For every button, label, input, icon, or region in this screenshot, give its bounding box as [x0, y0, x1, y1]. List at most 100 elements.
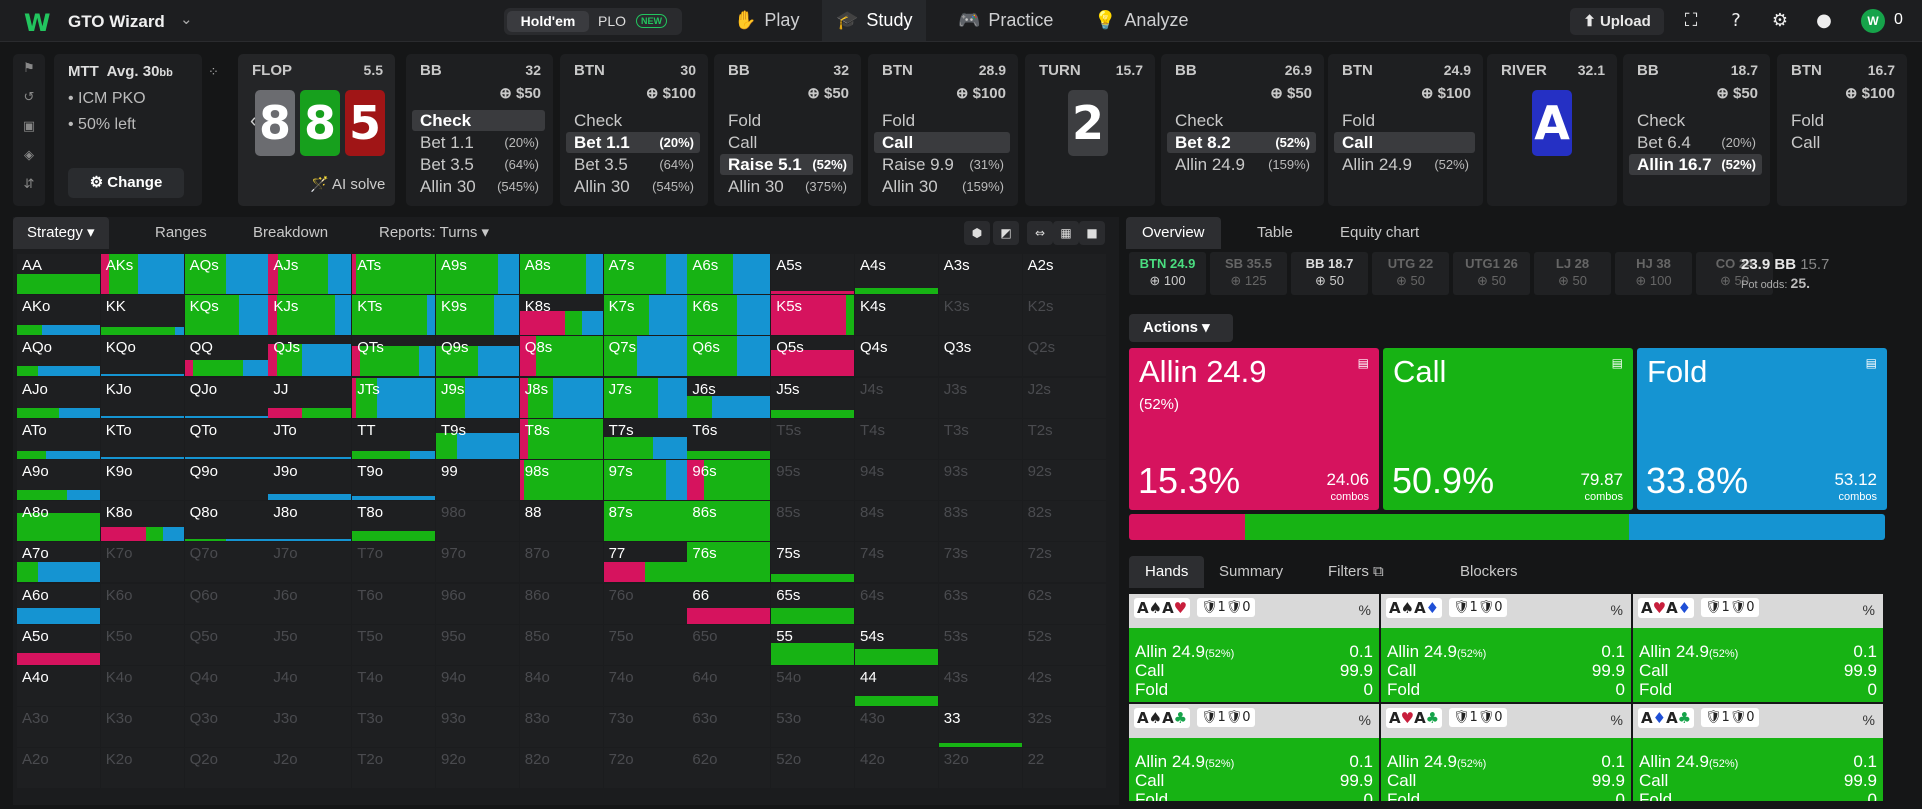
turn-node[interactable]: TURN 15.7 2	[1025, 54, 1155, 206]
hand-cell[interactable]: 72s	[1022, 542, 1106, 583]
hand-cell[interactable]: AQs	[184, 254, 268, 294]
hand-cell[interactable]: Q9s	[436, 336, 519, 377]
tab-equity-chart[interactable]: Equity chart	[1340, 217, 1419, 249]
action-option[interactable]: Allin 24.9 (52%)	[1334, 154, 1475, 175]
nav-play[interactable]: ✋ Play	[728, 0, 805, 41]
player-stack[interactable]: BB 18.7 ⊕ 50	[1291, 252, 1368, 295]
hand-cell[interactable]: J7s	[603, 377, 687, 418]
hand-cell[interactable]: JJ	[268, 377, 352, 418]
decision-node[interactable]: BTN 28.9 ⊕ $100 Fold Call Raise 9.9 (31%) Allin…	[868, 54, 1018, 206]
hand-cell[interactable]: 86o	[519, 583, 603, 624]
hand-cell[interactable]: 54s	[855, 624, 938, 665]
hand-cell[interactable]: A5o	[17, 624, 100, 665]
hand-cell[interactable]: A3s	[938, 254, 1022, 294]
tab-overview[interactable]: Overview	[1126, 217, 1221, 249]
details-icon[interactable]: ▤	[1612, 356, 1623, 370]
hand-cell[interactable]: A9o	[17, 460, 100, 500]
hand-cell[interactable]: T6o	[352, 583, 436, 624]
save-icon[interactable]: ▣	[13, 112, 45, 141]
hand-cell[interactable]: J6o	[268, 583, 352, 624]
hand-cell[interactable]: Q6o	[184, 583, 268, 624]
percent-toggle[interactable]: %	[1863, 712, 1875, 728]
hand-cell[interactable]: A7o	[17, 542, 100, 583]
hand-cell[interactable]: A6o	[17, 583, 100, 624]
hand-cell[interactable]: QQ	[184, 336, 268, 377]
change-button[interactable]: ⚙ Change	[68, 168, 184, 198]
grid-view-icon[interactable]: ▦	[1053, 221, 1079, 245]
hand-cell[interactable]: KTo	[100, 418, 184, 459]
hand-cell[interactable]: JTo	[268, 418, 352, 459]
hand-cell[interactable]: 87s	[603, 501, 687, 542]
player-stack[interactable]: SB 35.5 ⊕ 125	[1210, 252, 1287, 295]
hand-cell[interactable]: AKo	[17, 295, 100, 336]
decision-node[interactable]: BTN 30 ⊕ $100 Check Bet 1.1 (20%) Bet 3.5 (64%)…	[560, 54, 708, 206]
decision-node[interactable]: BTN 24.9 ⊕ $100 Fold Call Allin 24.9 (52%)	[1328, 54, 1483, 206]
hand-detail-card[interactable]: A♠A♣ 🛡1🛡0% Allin 24.9(52%) 0.1 Call 99.9 Fold 0	[1129, 704, 1379, 801]
hand-cell[interactable]: 96o	[436, 583, 519, 624]
hand-cell[interactable]: K4s	[855, 295, 938, 336]
hand-cell[interactable]: 93s	[938, 460, 1022, 500]
nav-analyze[interactable]: 💡 Analyze	[1088, 0, 1194, 41]
hand-cell[interactable]: KJo	[100, 377, 184, 418]
tab-breakdown[interactable]: Breakdown	[253, 217, 328, 249]
hand-cell[interactable]: T3s	[938, 418, 1022, 459]
action-option[interactable]: Bet 1.1 (20%)	[566, 132, 700, 153]
hand-cell[interactable]: Q5o	[184, 624, 268, 665]
hand-cell[interactable]: K2s	[1022, 295, 1106, 336]
hand-cell[interactable]: T9s	[436, 418, 519, 459]
percent-toggle[interactable]: %	[1611, 602, 1623, 618]
nav-study[interactable]: 🎓 Study	[822, 0, 927, 41]
hand-cell[interactable]: 87o	[519, 542, 603, 583]
percent-toggle[interactable]: %	[1359, 712, 1371, 728]
tab-filters[interactable]: Filters ⧉	[1328, 556, 1384, 588]
hand-cell[interactable]: Q7o	[184, 542, 268, 583]
hand-cell[interactable]: 62o	[687, 748, 771, 789]
percent-toggle[interactable]: %	[1359, 602, 1371, 618]
hand-cell[interactable]: J3o	[268, 707, 352, 748]
action-option[interactable]: Fold	[1334, 110, 1475, 131]
action-option[interactable]: Allin 30 (545%)	[412, 176, 545, 197]
hand-cell[interactable]: 93o	[436, 707, 519, 748]
hand-cell[interactable]: T5o	[352, 624, 436, 665]
player-stack[interactable]: UTG1 26 ⊕ 50	[1453, 252, 1530, 295]
hand-cell[interactable]: AQo	[17, 336, 100, 377]
share-icon[interactable]: ⁘	[208, 64, 219, 80]
user-icon[interactable]: ●	[1813, 10, 1835, 32]
hand-cell[interactable]: J9s	[436, 377, 519, 418]
hand-cell[interactable]: A6s	[687, 254, 771, 294]
decision-node[interactable]: BB 32 ⊕ $50 Check Bet 1.1 (20%) Bet 3.5 (64%) Al…	[406, 54, 553, 206]
hand-cell[interactable]: QTs	[352, 336, 436, 377]
tab-ranges[interactable]: Ranges	[155, 217, 207, 249]
gear-icon[interactable]: ⚙	[1769, 10, 1791, 32]
hand-detail-card[interactable]: A♦A♣ 🛡1🛡0% Allin 24.9(52%) 0.1 Call 99.9 Fold 0	[1633, 704, 1883, 801]
hand-cell[interactable]: 75o	[603, 624, 687, 665]
tab-blockers[interactable]: Blockers	[1460, 556, 1518, 588]
ai-solve-button[interactable]: 🪄 AI solve	[310, 175, 385, 193]
details-icon[interactable]: ▤	[1866, 356, 1877, 370]
split-view-icon[interactable]: ⇔	[1027, 221, 1053, 245]
hand-cell[interactable]: A7s	[603, 254, 687, 294]
hand-cell[interactable]: Q5s	[771, 336, 855, 377]
hand-cell[interactable]: T4o	[352, 666, 436, 706]
hand-cell[interactable]: A8s	[519, 254, 603, 294]
hand-detail-card[interactable]: A♥A♣ 🛡1🛡0% Allin 24.9(52%) 0.1 Call 99.9 Fold 0	[1381, 704, 1631, 801]
hand-cell[interactable]: K8s	[519, 295, 603, 336]
coin-icon[interactable]: W	[1861, 9, 1885, 33]
action-option[interactable]: Allin 16.7 (52%)	[1629, 154, 1762, 175]
action-option[interactable]: Check	[412, 110, 545, 131]
hand-cell[interactable]: 72o	[603, 748, 687, 789]
action-option[interactable]: Allin 30 (545%)	[566, 176, 700, 197]
hand-cell[interactable]: A2s	[1022, 254, 1106, 294]
hand-cell[interactable]: J5o	[268, 624, 352, 665]
hand-cell[interactable]: TT	[352, 418, 436, 459]
action-summary-card[interactable]: Call 50.9% 79.87 combos ▤	[1383, 348, 1633, 510]
hand-cell[interactable]: 53o	[771, 707, 855, 748]
action-option[interactable]: Allin 30 (159%)	[874, 176, 1010, 197]
hand-detail-card[interactable]: A♠A♥ 🛡1🛡0% Allin 24.9(52%) 0.1 Call 99.9 Fold 0	[1129, 594, 1379, 702]
actions-dropdown[interactable]: Actions ▾	[1129, 314, 1233, 342]
hand-cell[interactable]: K3s	[938, 295, 1022, 336]
hand-cell[interactable]: A9s	[436, 254, 519, 294]
hand-cell[interactable]: QJo	[184, 377, 268, 418]
hand-cell[interactable]: 62s	[1022, 583, 1106, 624]
app-name[interactable]: GTO Wizard	[68, 12, 165, 32]
